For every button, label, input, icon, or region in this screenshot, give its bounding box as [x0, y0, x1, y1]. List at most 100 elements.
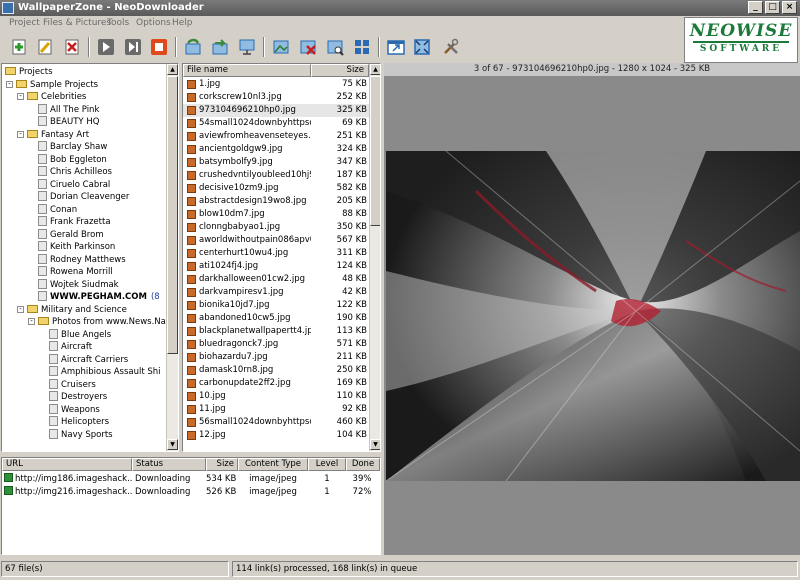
tree-item[interactable]: Projects: [5, 66, 53, 78]
file-row[interactable]: batsymbolfy9.jpg 347 KB: [183, 156, 369, 169]
file-row[interactable]: corkscrew10nl3.jpg 252 KB: [183, 91, 369, 104]
file-row[interactable]: aworldwithoutpain086apv0... 567 KB: [183, 234, 369, 247]
file-row[interactable]: 56small1024downbyhttpso... 460 KB: [183, 416, 369, 429]
scroll-thumb[interactable]: [167, 76, 178, 354]
column-header-level[interactable]: Level: [308, 458, 346, 471]
download-row[interactable]: http://img216.imageshack... Downloading 52…: [2, 486, 380, 499]
tree-item[interactable]: Destroyers: [49, 391, 107, 403]
view-picture-icon[interactable]: [324, 36, 346, 58]
tree-item[interactable]: Aircraft Carriers: [49, 353, 128, 366]
tree-item[interactable]: Weapons: [49, 403, 100, 416]
tree-item[interactable]: Aircraft: [49, 341, 92, 353]
tree-item[interactable]: Keith Parkinson: [38, 241, 115, 253]
file-row[interactable]: 12.jpg 104 KB: [183, 429, 369, 442]
tree-item[interactable]: - Photos from www.News.Na: [28, 316, 166, 328]
tree-item[interactable]: Barclay Shaw: [38, 141, 107, 153]
file-row[interactable]: damask10rn8.jpg 250 KB: [183, 364, 369, 377]
window-icon[interactable]: [385, 36, 407, 58]
file-row[interactable]: ati1024fj4.jpg 124 KB: [183, 260, 369, 273]
tree-item[interactable]: Amphibious Assault Shi: [49, 366, 161, 378]
tree-item[interactable]: Bob Eggleton: [38, 153, 107, 166]
picture-icon[interactable]: [270, 36, 292, 58]
download-queue[interactable]: URL Status Size Content Type Level Done …: [1, 457, 381, 555]
tree-item[interactable]: Cruisers: [49, 378, 96, 391]
refresh-icon[interactable]: [182, 36, 204, 58]
maximize-button[interactable]: □: [765, 1, 780, 14]
preview-image[interactable]: [386, 151, 800, 481]
file-row[interactable]: clonngbabyao1.jpg 350 KB: [183, 221, 369, 234]
column-header-size[interactable]: Size: [206, 458, 238, 471]
tree-expander[interactable]: -: [17, 305, 24, 313]
tree-expander[interactable]: -: [6, 80, 13, 88]
tree-item[interactable]: - Fantasy Art: [17, 129, 89, 141]
tree-item[interactable]: - Military and Science: [17, 304, 127, 316]
download-icon[interactable]: [209, 36, 231, 58]
file-row[interactable]: 54small1024downbyhttpso... 69 KB: [183, 117, 369, 130]
tree-item[interactable]: BEAUTY HQ: [38, 116, 99, 128]
tree-item[interactable]: Conan: [38, 203, 77, 216]
tree-item[interactable]: Navy Sports: [49, 428, 113, 441]
file-list[interactable]: File name Size 1.jpg 75 KB corkscrew10nl3.…: [182, 63, 381, 452]
tree-item[interactable]: WWW.PEGHAM.COM (8: [38, 291, 160, 303]
tree-item[interactable]: Chris Achilleos: [38, 166, 112, 178]
tree-item[interactable]: Helicopters: [49, 416, 109, 428]
tree-scrollbar[interactable]: ▲ ▼: [166, 64, 178, 451]
stop-icon[interactable]: [148, 36, 170, 58]
file-row[interactable]: blow10dm7.jpg 88 KB: [183, 208, 369, 221]
tree-expander[interactable]: -: [17, 130, 24, 138]
scroll-up-button[interactable]: ▲: [370, 64, 380, 75]
column-header-filename[interactable]: File name: [183, 64, 311, 77]
file-row[interactable]: centerhurt10wu4.jpg 311 KB: [183, 247, 369, 260]
file-row[interactable]: 10.jpg 110 KB: [183, 390, 369, 403]
column-header-content-type[interactable]: Content Type: [238, 458, 308, 471]
close-button[interactable]: ×: [782, 1, 797, 14]
file-row[interactable]: 11.jpg 92 KB: [183, 403, 369, 416]
tree-expander[interactable]: -: [28, 318, 35, 325]
tree-item[interactable]: Rowena Morrill: [38, 266, 113, 278]
scroll-thumb[interactable]: [370, 76, 380, 226]
fullscreen-icon[interactable]: [411, 36, 433, 58]
file-row[interactable]: aviewfromheavenseteyes... 251 KB: [183, 130, 369, 143]
thumbnails-icon[interactable]: [351, 36, 373, 58]
column-header-status[interactable]: Status: [132, 458, 206, 471]
menu-help[interactable]: Help: [172, 18, 193, 28]
tree-item[interactable]: - Celebrities: [17, 91, 86, 103]
tree-item[interactable]: Rodney Matthews: [38, 253, 126, 266]
tree-item[interactable]: Gerald Brom: [38, 228, 104, 241]
tree-item[interactable]: - Sample Projects: [6, 79, 98, 91]
file-row[interactable]: bionika10jd7.jpg 122 KB: [183, 299, 369, 312]
start-icon[interactable]: [95, 36, 117, 58]
tree-item[interactable]: Blue Angels: [49, 328, 111, 341]
display-icon[interactable]: [236, 36, 258, 58]
file-row[interactable]: darkvampiresv1.jpg 42 KB: [183, 286, 369, 299]
file-row[interactable]: 1.jpg 75 KB: [183, 78, 369, 91]
minimize-button[interactable]: _: [748, 1, 763, 14]
tree-item[interactable]: Frank Frazetta: [38, 216, 111, 228]
file-row[interactable]: 973104696210hp0.jpg 325 KB: [183, 104, 369, 117]
tree-item[interactable]: Wojtek Siudmak: [38, 278, 119, 291]
project-tree[interactable]: Projects - Sample Projects - Celebrities All …: [1, 63, 179, 452]
download-row[interactable]: http://img186.imageshack... Downloading 53…: [2, 473, 380, 486]
file-row[interactable]: carbonupdate2ff2.jpg 169 KB: [183, 377, 369, 390]
file-row[interactable]: biohazardu7.jpg 211 KB: [183, 351, 369, 364]
column-header-url[interactable]: URL: [2, 458, 132, 471]
column-header-done[interactable]: Done: [346, 458, 380, 471]
file-row[interactable]: abstractdesign19wo8.jpg 205 KB: [183, 195, 369, 208]
scroll-down-button[interactable]: ▼: [167, 439, 178, 450]
file-row[interactable]: decisive10zm9.jpg 582 KB: [183, 182, 369, 195]
file-row[interactable]: bluedragonck7.jpg 571 KB: [183, 338, 369, 351]
scroll-down-button[interactable]: ▼: [370, 439, 380, 450]
tree-item[interactable]: Dorian Cleavenger: [38, 191, 129, 203]
column-header-size[interactable]: Size: [311, 64, 369, 77]
menu-tools[interactable]: Tools: [107, 18, 129, 28]
file-row[interactable]: blackplanetwallpapertt4.jpg 113 KB: [183, 325, 369, 338]
tree-item[interactable]: Ciruelo Cabral: [38, 178, 110, 191]
menu-options[interactable]: Options: [136, 18, 171, 28]
file-row[interactable]: abandoned10cw5.jpg 190 KB: [183, 312, 369, 325]
edit-icon[interactable]: [34, 36, 56, 58]
add-project-icon[interactable]: [8, 36, 30, 58]
file-row[interactable]: darkhalloween01cw2.jpg 48 KB: [183, 273, 369, 286]
delete-picture-icon[interactable]: [297, 36, 319, 58]
step-icon[interactable]: [122, 36, 144, 58]
file-scrollbar[interactable]: ▲ ▼: [369, 64, 380, 451]
